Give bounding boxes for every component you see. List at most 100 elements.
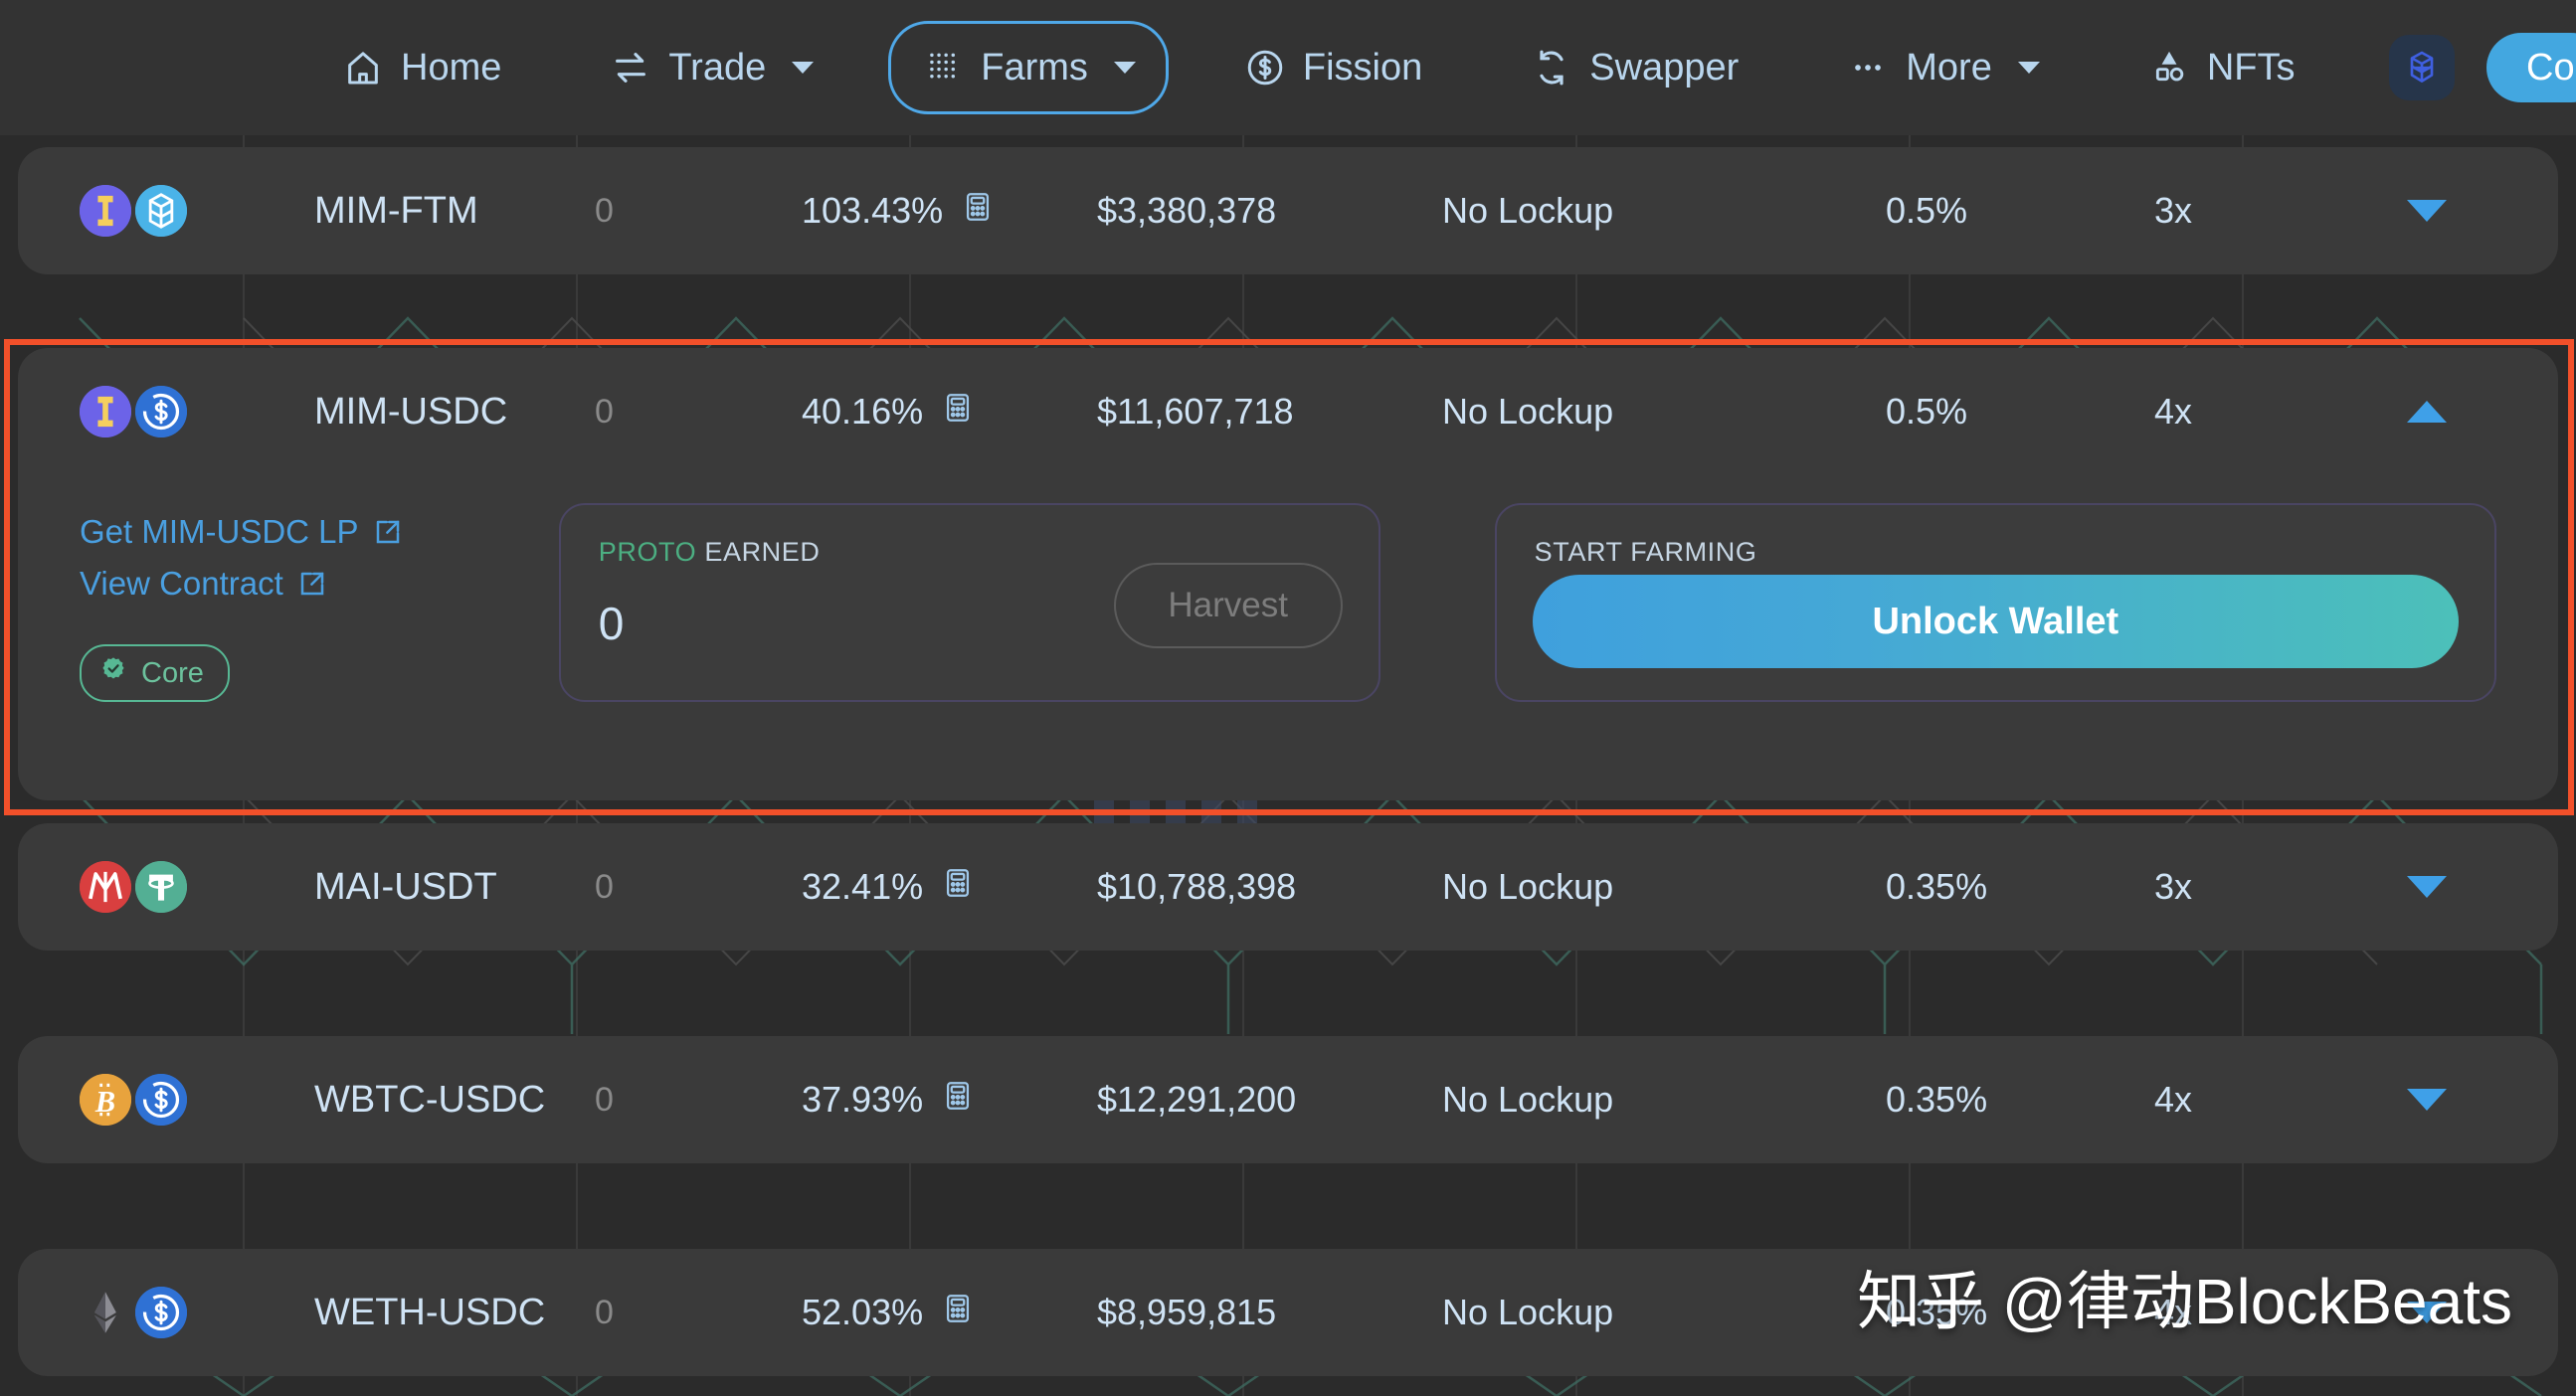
nav-item-swapper[interactable]: Swapper [1497, 21, 1771, 114]
nav-item-home[interactable]: Home [308, 21, 534, 114]
swap-arrows-icon [609, 46, 652, 89]
farm-multiplier: 3x [2154, 866, 2193, 907]
view-contract-label: View Contract [80, 565, 283, 602]
farm-pair: B WBTC-USDC [80, 1074, 546, 1126]
farm-apr: 52.03% [802, 1292, 975, 1334]
earned-panel-label: PROTO EARNED [599, 537, 821, 568]
chevron-down-icon [2407, 876, 2447, 898]
farm-earned: 0 [595, 392, 614, 431]
farm-liquidity: $8,959,815 [1097, 1292, 1277, 1332]
farm-apr-value: 103.43% [802, 190, 944, 231]
farm-pair-name: WBTC-USDC [314, 1078, 546, 1121]
farm-pair-name: MIM-USDC [314, 390, 508, 433]
farm-apr-value: 40.16% [802, 391, 924, 432]
earned-panel: PROTO EARNED 0 Harvest [558, 503, 1380, 702]
calculator-icon[interactable] [941, 1079, 975, 1122]
connect-wallet-label: Con [2526, 46, 2576, 88]
ellipsis-icon [1846, 46, 1890, 89]
nav-item-nfts-label: NFTs [2206, 46, 2296, 88]
farm-expand-toggle[interactable] [2407, 876, 2447, 898]
unlock-wallet-label: Unlock Wallet [1872, 600, 2119, 642]
fantom-icon [135, 185, 187, 237]
start-farming-label: START FARMING [1534, 537, 1757, 567]
farm-earned: 0 [595, 867, 614, 906]
farm-apr-value: 37.93% [802, 1079, 924, 1120]
grid-dots-icon [921, 46, 965, 89]
calculator-icon[interactable] [961, 190, 995, 233]
farm-earned: 0 [595, 1293, 614, 1331]
nav-right-cluster: Con [2389, 0, 2576, 135]
farm-card-mim-usdc[interactable]: MIM-USDC 0 40.16% $11,607,718 No Lockup … [18, 348, 2558, 800]
nav-item-fission[interactable]: Fission [1210, 21, 1455, 114]
farm-apr-value: 52.03% [802, 1292, 924, 1332]
get-lp-link[interactable]: Get MIM-USDC LP [80, 513, 549, 551]
farm-multiplier: 4x [2154, 391, 2193, 432]
nav-item-nfts[interactable]: NFTs [2115, 21, 2328, 114]
farm-card-wbtc-usdc[interactable]: B WBTC-USDC 0 37.93% $12,291,200 No Lock… [18, 1036, 2558, 1163]
farm-pair-name: WETH-USDC [314, 1291, 546, 1333]
farm-liquidity: $3,380,378 [1097, 190, 1277, 231]
core-badge-label: Core [141, 656, 204, 689]
usdc-icon [135, 1074, 187, 1126]
nav-item-swapper-label: Swapper [1589, 46, 1740, 88]
harvest-button[interactable]: Harvest [1113, 563, 1343, 648]
farm-row[interactable]: MIM-USDC 0 40.16% $11,607,718 No Lockup … [18, 348, 2558, 475]
farm-earned: 0 [595, 191, 614, 230]
verified-badge-icon [99, 655, 127, 691]
fantom-logo-icon[interactable] [2389, 35, 2455, 100]
farm-detail-links: Get MIM-USDC LP View Contract Core [80, 503, 549, 702]
usdt-icon [135, 861, 187, 913]
mim-icon [80, 185, 131, 237]
farm-apr: 103.43% [802, 190, 995, 233]
farm-expand-toggle[interactable] [2407, 200, 2447, 222]
farm-lockup: No Lockup [1442, 391, 1614, 432]
farm-lockup: No Lockup [1442, 1292, 1614, 1332]
earned-label-suffix: EARNED [696, 537, 821, 567]
farm-row[interactable]: B WBTC-USDC 0 37.93% $12,291,200 No Lock… [18, 1036, 2558, 1163]
nav-item-home-label: Home [401, 46, 502, 88]
nav-item-farms-label: Farms [981, 46, 1088, 88]
chevron-up-icon [2407, 401, 2447, 423]
farm-row[interactable]: MAI-USDT 0 32.41% $10,788,398 No Lockup … [18, 823, 2558, 951]
nav-item-more[interactable]: More [1813, 21, 2073, 114]
nav-item-more-label: More [1906, 46, 1992, 88]
calculator-icon[interactable] [941, 1292, 975, 1334]
chevron-down-icon [2407, 200, 2447, 222]
connect-wallet-button[interactable]: Con [2486, 33, 2576, 102]
chevron-down-icon [792, 62, 815, 74]
farm-row[interactable]: MIM-FTM 0 103.43% $3,380,378 No Lockup 0… [18, 147, 2558, 274]
core-badge: Core [80, 644, 230, 702]
calculator-icon[interactable] [941, 391, 975, 434]
farm-earned: 0 [595, 1080, 614, 1119]
nav-item-trade[interactable]: Trade [576, 21, 846, 114]
wbtc-icon: B [80, 1074, 131, 1126]
farm-multiplier: 3x [2154, 190, 2193, 231]
calculator-icon[interactable] [941, 866, 975, 909]
unlock-wallet-button[interactable]: Unlock Wallet [1532, 575, 2459, 668]
farm-card-mim-ftm[interactable]: MIM-FTM 0 103.43% $3,380,378 No Lockup 0… [18, 147, 2558, 274]
farm-detail-panel: Get MIM-USDC LP View Contract Core PROTO… [18, 475, 2558, 758]
view-contract-link[interactable]: View Contract [80, 565, 549, 603]
dollar-circle-icon [1243, 46, 1287, 89]
mai-icon [80, 861, 131, 913]
usdc-icon [135, 1287, 187, 1338]
farm-fee: 0.35% [1886, 1079, 1988, 1120]
nav-links: Home Trade Farms Fission Swapper More NF… [308, 21, 2327, 114]
external-link-icon [373, 517, 403, 547]
shapes-icon [2147, 46, 2191, 89]
farm-liquidity: $12,291,200 [1097, 1079, 1297, 1120]
nav-item-trade-label: Trade [668, 46, 767, 88]
external-link-icon [297, 569, 327, 599]
farm-fee: 0.5% [1886, 391, 1968, 432]
chevron-down-icon [2407, 1089, 2447, 1111]
nav-item-farms[interactable]: Farms [888, 21, 1169, 114]
farm-multiplier: 4x [2154, 1079, 2193, 1120]
home-icon [341, 46, 385, 89]
farm-card-mai-usdt[interactable]: MAI-USDT 0 32.41% $10,788,398 No Lockup … [18, 823, 2558, 951]
top-navigation-bar: Home Trade Farms Fission Swapper More NF… [0, 0, 2576, 135]
start-farming-panel: START FARMING Unlock Wallet [1494, 503, 2496, 702]
farm-collapse-toggle[interactable] [2407, 401, 2447, 423]
farm-expand-toggle[interactable] [2407, 1089, 2447, 1111]
farm-fee: 0.35% [1886, 866, 1988, 907]
harvest-button-label: Harvest [1168, 586, 1288, 624]
